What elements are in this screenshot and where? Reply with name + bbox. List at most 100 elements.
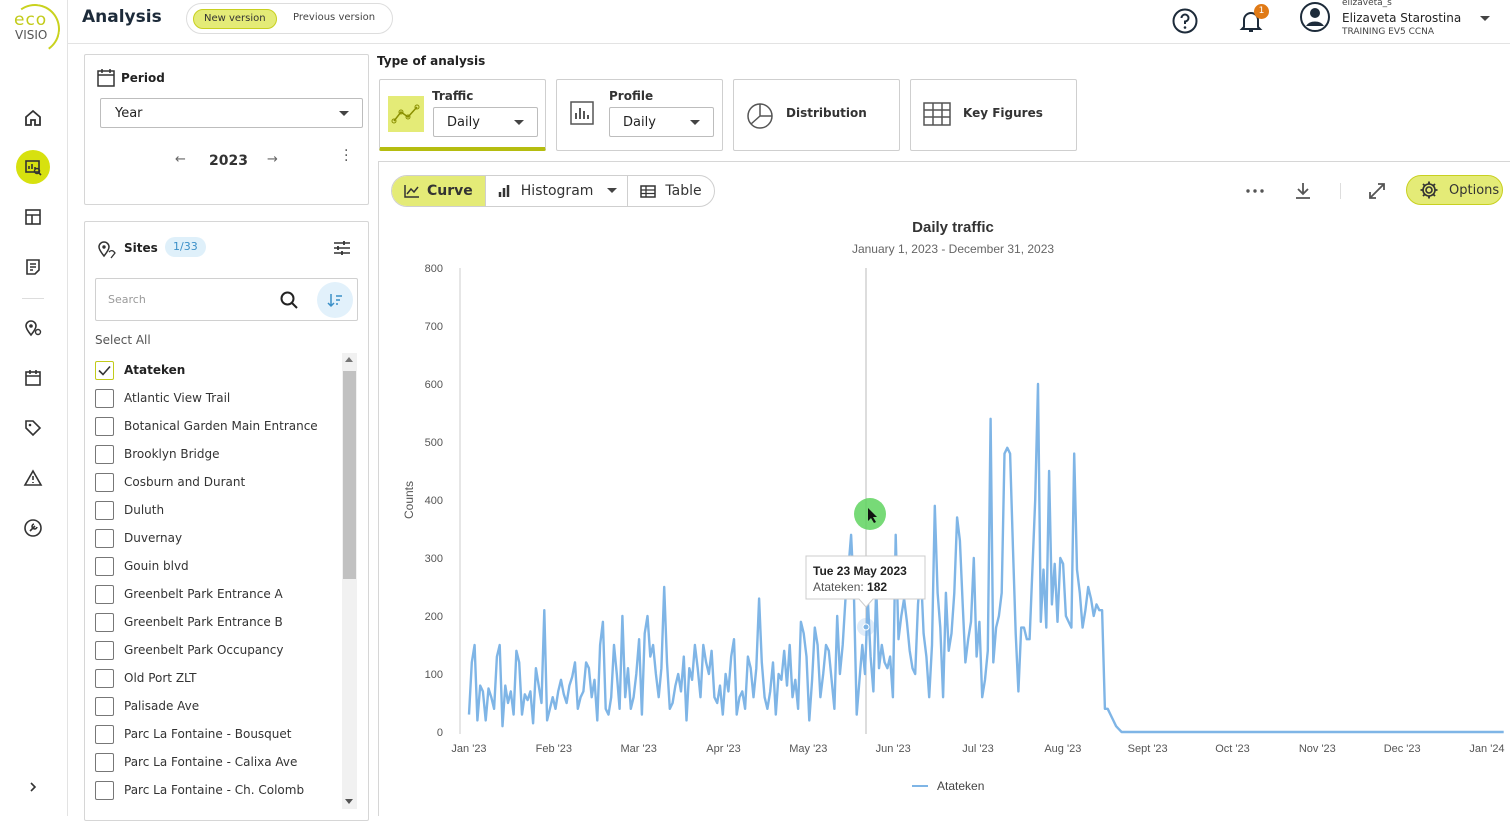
- y-tick-label: 100: [425, 669, 443, 681]
- user-avatar[interactable]: [1299, 1, 1331, 33]
- distribution-card-title: Distribution: [786, 106, 867, 120]
- site-checkbox[interactable]: [95, 528, 114, 548]
- distribution-pie-icon: [747, 103, 773, 129]
- site-checkbox[interactable]: [95, 752, 114, 772]
- site-search-placeholder: Search: [108, 293, 146, 306]
- nav-reports[interactable]: [16, 250, 50, 284]
- nav-tags[interactable]: [16, 411, 50, 445]
- scroll-thumb[interactable]: [343, 371, 356, 579]
- legend-item-atateken[interactable]: Atateken: [937, 779, 984, 793]
- site-list-item[interactable]: Brooklyn Bridge: [95, 440, 340, 468]
- site-checkbox[interactable]: [95, 556, 114, 576]
- site-checkbox[interactable]: [95, 612, 114, 632]
- nav-home[interactable]: [16, 101, 50, 135]
- traffic-granularity-select[interactable]: Daily: [433, 107, 538, 137]
- site-list-item[interactable]: Botanical Garden Main Entrance: [95, 412, 340, 440]
- site-name: Parc La Fontaine - Bousquet: [124, 727, 292, 741]
- site-list-item[interactable]: Old Port ZLT: [95, 664, 340, 692]
- chevron-down-icon: [690, 120, 700, 125]
- site-name: Botanical Garden Main Entrance: [124, 419, 318, 433]
- traffic-granularity-value: Daily: [447, 115, 480, 130]
- period-panel: Period Year ← 2023 → · · ·: [84, 54, 369, 205]
- series-line-atateken: [467, 382, 1504, 734]
- site-list-item[interactable]: Gouin blvd: [95, 552, 340, 580]
- site-search-input[interactable]: Search: [95, 278, 358, 321]
- nav-analysis[interactable]: [16, 150, 50, 184]
- site-checkbox[interactable]: [95, 668, 114, 688]
- site-checkbox[interactable]: [95, 472, 114, 492]
- profile-granularity-select[interactable]: Daily: [609, 107, 714, 137]
- site-list-item[interactable]: Greenbelt Park Entrance B: [95, 608, 340, 636]
- site-checkbox[interactable]: [95, 360, 114, 380]
- period-granularity-select[interactable]: Year: [100, 98, 363, 128]
- tooltip-value: 182: [867, 580, 887, 594]
- site-list-item[interactable]: Parc La Fontaine - Ch. Colomb: [95, 776, 340, 804]
- profile-bars-icon: [570, 101, 594, 125]
- site-checkbox[interactable]: [95, 444, 114, 464]
- site-checkbox[interactable]: [95, 416, 114, 436]
- site-list-item[interactable]: Greenbelt Park Occupancy: [95, 636, 340, 664]
- notifications-button[interactable]: 1: [1236, 4, 1269, 36]
- sort-button[interactable]: [317, 282, 353, 318]
- alert-icon: [23, 469, 43, 486]
- site-list: Atateken Atlantic View Trail Botanical Gar…: [95, 356, 340, 804]
- y-tick-label: 300: [425, 553, 443, 565]
- user-handle: elizaveta_s: [1342, 0, 1392, 8]
- series-atateken: [467, 382, 1504, 734]
- x-tick-label: Nov '23: [1299, 743, 1336, 755]
- tooltip-date: Tue 23 May 2023: [813, 564, 907, 578]
- site-checkbox[interactable]: [95, 584, 114, 604]
- filter-settings-icon[interactable]: [333, 239, 351, 257]
- nav-tools[interactable]: [16, 511, 50, 545]
- help-button[interactable]: [1170, 6, 1200, 36]
- search-icon[interactable]: [280, 291, 299, 310]
- dashboard-icon: [25, 209, 41, 225]
- profile-card-icon: [567, 98, 597, 128]
- nav-dashboard[interactable]: [16, 200, 50, 234]
- nav-calendar[interactable]: [16, 361, 50, 395]
- key-figures-analysis-card[interactable]: Key Figures: [910, 79, 1077, 151]
- site-checkbox[interactable]: [95, 696, 114, 716]
- site-list-item[interactable]: Atlantic View Trail: [95, 384, 340, 412]
- tools-icon: [24, 519, 42, 537]
- x-tick-label: Dec '23: [1384, 743, 1421, 755]
- site-checkbox[interactable]: [95, 640, 114, 660]
- site-list-item[interactable]: Parc La Fontaine - Calixa Ave: [95, 748, 340, 776]
- site-list-item[interactable]: Parc La Fontaine - Bousquet: [95, 720, 340, 748]
- traffic-analysis-card[interactable]: Traffic Daily: [379, 79, 546, 151]
- site-checkbox[interactable]: [95, 388, 114, 408]
- user-menu-chevron-icon[interactable]: [1480, 16, 1490, 21]
- site-list-item[interactable]: Duluth: [95, 496, 340, 524]
- previous-version-button[interactable]: Previous version: [293, 12, 375, 23]
- site-list-item[interactable]: Atateken: [95, 356, 340, 384]
- site-name: Parc La Fontaine - Calixa Ave: [124, 755, 298, 769]
- site-list-item[interactable]: Duvernay: [95, 524, 340, 552]
- site-checkbox[interactable]: [95, 500, 114, 520]
- site-checkbox[interactable]: [95, 780, 114, 800]
- y-axis-ticks: 0 100 200 300 400 500 600 700 800: [425, 263, 443, 739]
- checkmark-icon: [98, 365, 111, 376]
- analysis-icon: [25, 160, 42, 176]
- site-checkbox[interactable]: [95, 724, 114, 744]
- x-tick-label: Feb '23: [536, 743, 572, 755]
- x-tick-label: Oct '23: [1215, 743, 1250, 755]
- new-version-button[interactable]: New version: [193, 9, 277, 29]
- site-list-item[interactable]: Palisade Ave: [95, 692, 340, 720]
- scroll-down-icon[interactable]: [345, 799, 353, 804]
- site-list-item[interactable]: Cosburn and Durant: [95, 468, 340, 496]
- site-list-item[interactable]: Greenbelt Park Entrance A: [95, 580, 340, 608]
- nav-expand[interactable]: [16, 770, 50, 804]
- distribution-analysis-card[interactable]: Distribution: [733, 79, 900, 151]
- previous-year-button[interactable]: ←: [175, 152, 186, 167]
- select-all-link[interactable]: Select All: [95, 333, 151, 347]
- scroll-up-icon[interactable]: [345, 357, 353, 362]
- year-value: 2023: [209, 153, 248, 169]
- nav-alerts[interactable]: [16, 461, 50, 495]
- nav-sites[interactable]: [16, 311, 50, 345]
- profile-analysis-card[interactable]: Profile Daily: [556, 79, 723, 151]
- period-more-icon[interactable]: · · ·: [344, 144, 348, 168]
- tag-icon: [25, 420, 42, 437]
- next-year-button[interactable]: →: [267, 152, 278, 167]
- site-list-scrollbar[interactable]: [342, 353, 357, 809]
- expand-chevron-icon: [30, 782, 37, 792]
